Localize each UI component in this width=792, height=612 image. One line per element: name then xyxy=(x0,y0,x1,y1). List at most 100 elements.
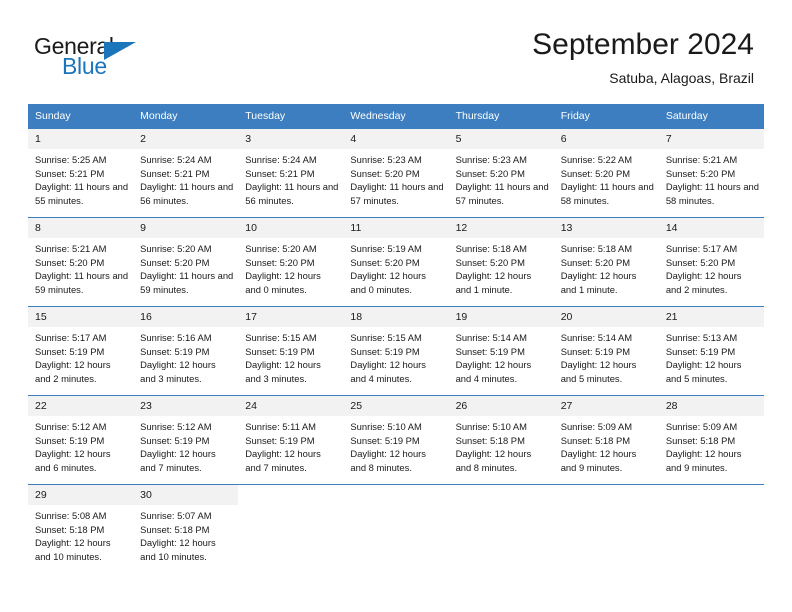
calendar-day-cell[interactable]: 28 Sunrise: 5:09 AM Sunset: 5:18 PM Dayligh… xyxy=(658,395,764,485)
calendar-day-cell[interactable]: 4 Sunrise: 5:23 AM Sunset: 5:20 PM Daylight… xyxy=(343,128,449,218)
sunrise-time: Sunrise: 5:14 AM xyxy=(455,332,527,343)
calendar-day-cell[interactable]: 7 Sunrise: 5:21 AM Sunset: 5:20 PM Daylight… xyxy=(658,128,764,218)
sunset-time: Sunset: 5:19 PM xyxy=(350,345,420,357)
calendar-day-cell[interactable]: 16 Sunrise: 5:16 AM Sunset: 5:19 PM Dayligh… xyxy=(133,306,239,396)
sunrise-time: Sunrise: 5:24 AM xyxy=(140,154,212,165)
daylight-duration: Daylight: 12 hours and 7 minutes. xyxy=(245,448,321,473)
day-number: 6 xyxy=(553,129,659,149)
calendar-day-cell[interactable]: 2 Sunrise: 5:24 AM Sunset: 5:21 PM Daylight… xyxy=(133,128,239,218)
sunset-time: Sunset: 5:18 PM xyxy=(665,434,736,446)
calendar-day-cell-empty xyxy=(553,484,659,571)
day-info: Sunrise: 5:12 AM Sunset: 5:19 PM Daylight:… xyxy=(133,416,238,474)
day-number: 21 xyxy=(658,307,764,327)
calendar-body: 1 Sunrise: 5:25 AM Sunset: 5:21 PM Daylight… xyxy=(28,128,764,571)
weekday-header-saturday: Saturday xyxy=(658,104,764,129)
calendar-day-cell[interactable]: 19 Sunrise: 5:14 AM Sunset: 5:19 PM Dayligh… xyxy=(448,306,554,396)
day-cell-inner: 11 Sunrise: 5:19 AM Sunset: 5:20 PM Dayligh… xyxy=(343,218,449,306)
calendar-day-cell[interactable]: 11 Sunrise: 5:19 AM Sunset: 5:20 PM Dayligh… xyxy=(343,217,449,307)
weekday-header-friday: Friday xyxy=(553,104,659,129)
calendar-week-row: 8 Sunrise: 5:21 AM Sunset: 5:20 PM Daylight… xyxy=(28,217,764,307)
day-cell-inner: 10 Sunrise: 5:20 AM Sunset: 5:20 PM Dayligh… xyxy=(238,218,344,306)
sunset-time: Sunset: 5:20 PM xyxy=(35,256,105,268)
day-cell-inner: 14 Sunrise: 5:17 AM Sunset: 5:20 PM Dayligh… xyxy=(658,218,764,306)
sunrise-time: Sunrise: 5:25 AM xyxy=(35,154,107,165)
daylight-duration: Daylight: 12 hours and 8 minutes. xyxy=(350,448,426,473)
calendar-day-cell[interactable]: 1 Sunrise: 5:25 AM Sunset: 5:21 PM Daylight… xyxy=(28,128,134,218)
calendar-day-cell[interactable]: 25 Sunrise: 5:10 AM Sunset: 5:19 PM Dayligh… xyxy=(343,395,449,485)
calendar-day-cell[interactable]: 30 Sunrise: 5:07 AM Sunset: 5:18 PM Dayligh… xyxy=(133,484,239,571)
calendar-week-row: 29 Sunrise: 5:08 AM Sunset: 5:18 PM Dayligh… xyxy=(28,484,764,571)
day-number: 10 xyxy=(238,218,344,238)
daylight-duration: Daylight: 12 hours and 3 minutes. xyxy=(245,359,321,384)
calendar-day-cell[interactable]: 8 Sunrise: 5:21 AM Sunset: 5:20 PM Daylight… xyxy=(28,217,134,307)
calendar-day-cell[interactable]: 14 Sunrise: 5:17 AM Sunset: 5:20 PM Dayligh… xyxy=(658,217,764,307)
day-cell-inner: 19 Sunrise: 5:14 AM Sunset: 5:19 PM Dayligh… xyxy=(448,307,554,395)
calendar-day-cell[interactable]: 18 Sunrise: 5:15 AM Sunset: 5:19 PM Dayligh… xyxy=(343,306,449,396)
daylight-duration: Daylight: 12 hours and 4 minutes. xyxy=(350,359,426,384)
daylight-duration: Daylight: 12 hours and 1 minute. xyxy=(455,270,532,295)
sunset-time: Sunset: 5:20 PM xyxy=(455,256,525,268)
sunrise-time: Sunrise: 5:21 AM xyxy=(665,154,738,165)
day-info: Sunrise: 5:23 AM Sunset: 5:20 PM Daylight:… xyxy=(449,149,554,207)
sunrise-time: Sunrise: 5:14 AM xyxy=(560,332,633,343)
day-info: Sunrise: 5:13 AM Sunset: 5:19 PM Daylight:… xyxy=(659,327,764,385)
day-number: 24 xyxy=(238,396,344,416)
day-number: 23 xyxy=(133,396,239,416)
daylight-duration: Daylight: 11 hours and 58 minutes. xyxy=(560,181,654,206)
sunset-time: Sunset: 5:19 PM xyxy=(350,434,420,446)
calendar-day-cell[interactable]: 21 Sunrise: 5:13 AM Sunset: 5:19 PM Dayligh… xyxy=(658,306,764,396)
sunrise-time: Sunrise: 5:09 AM xyxy=(560,421,633,432)
day-info: Sunrise: 5:18 AM Sunset: 5:20 PM Daylight:… xyxy=(449,238,554,296)
day-number: 19 xyxy=(448,307,554,327)
sunrise-time: Sunrise: 5:15 AM xyxy=(350,332,422,343)
calendar-day-cell[interactable]: 22 Sunrise: 5:12 AM Sunset: 5:19 PM Dayligh… xyxy=(28,395,134,485)
day-info: Sunrise: 5:15 AM Sunset: 5:19 PM Daylight:… xyxy=(343,327,448,385)
day-cell-inner: 22 Sunrise: 5:12 AM Sunset: 5:19 PM Dayligh… xyxy=(28,396,134,484)
day-info: Sunrise: 5:11 AM Sunset: 5:19 PM Daylight:… xyxy=(238,416,343,474)
sunrise-time: Sunrise: 5:08 AM xyxy=(35,510,107,521)
calendar-day-cell[interactable]: 5 Sunrise: 5:23 AM Sunset: 5:20 PM Daylight… xyxy=(448,128,554,218)
day-number: 7 xyxy=(658,129,764,149)
calendar-day-cell[interactable]: 12 Sunrise: 5:18 AM Sunset: 5:20 PM Dayligh… xyxy=(448,217,554,307)
logo-text-blue: Blue xyxy=(62,53,107,79)
day-number: 17 xyxy=(238,307,344,327)
calendar-day-cell[interactable]: 17 Sunrise: 5:15 AM Sunset: 5:19 PM Dayligh… xyxy=(238,306,344,396)
day-cell-inner: 5 Sunrise: 5:23 AM Sunset: 5:20 PM Daylight… xyxy=(448,129,554,217)
calendar-day-cell[interactable]: 24 Sunrise: 5:11 AM Sunset: 5:19 PM Dayligh… xyxy=(238,395,344,485)
calendar-day-cell[interactable]: 27 Sunrise: 5:09 AM Sunset: 5:18 PM Dayligh… xyxy=(553,395,659,485)
day-number: 30 xyxy=(133,485,239,505)
sunset-time: Sunset: 5:20 PM xyxy=(560,167,631,179)
sunset-time: Sunset: 5:19 PM xyxy=(560,345,631,357)
calendar-day-cell[interactable]: 26 Sunrise: 5:10 AM Sunset: 5:18 PM Dayligh… xyxy=(448,395,554,485)
day-info: Sunrise: 5:10 AM Sunset: 5:18 PM Daylight:… xyxy=(449,416,554,474)
day-info: Sunrise: 5:16 AM Sunset: 5:19 PM Daylight:… xyxy=(133,327,238,385)
day-number xyxy=(238,485,344,505)
day-number xyxy=(343,485,449,505)
calendar-day-cell[interactable]: 3 Sunrise: 5:24 AM Sunset: 5:21 PM Daylight… xyxy=(238,128,344,218)
day-number: 8 xyxy=(28,218,134,238)
day-cell-inner xyxy=(343,485,449,571)
sunset-time: Sunset: 5:18 PM xyxy=(140,523,210,535)
calendar-day-cell[interactable]: 20 Sunrise: 5:14 AM Sunset: 5:19 PM Dayligh… xyxy=(553,306,659,396)
calendar-day-cell[interactable]: 6 Sunrise: 5:22 AM Sunset: 5:20 PM Daylight… xyxy=(553,128,659,218)
day-cell-inner xyxy=(448,485,554,571)
day-info: Sunrise: 5:21 AM Sunset: 5:20 PM Daylight:… xyxy=(28,238,133,296)
day-info: Sunrise: 5:14 AM Sunset: 5:19 PM Daylight:… xyxy=(554,327,659,385)
day-info: Sunrise: 5:24 AM Sunset: 5:21 PM Daylight:… xyxy=(238,149,343,207)
sunset-time: Sunset: 5:19 PM xyxy=(245,345,315,357)
calendar-day-cell[interactable]: 29 Sunrise: 5:08 AM Sunset: 5:18 PM Dayligh… xyxy=(28,484,134,571)
day-number: 13 xyxy=(553,218,659,238)
calendar-day-cell[interactable]: 13 Sunrise: 5:18 AM Sunset: 5:20 PM Dayligh… xyxy=(553,217,659,307)
sunset-time: Sunset: 5:20 PM xyxy=(350,256,420,268)
calendar-day-cell[interactable]: 10 Sunrise: 5:20 AM Sunset: 5:20 PM Dayligh… xyxy=(238,217,344,307)
sunrise-time: Sunrise: 5:15 AM xyxy=(245,332,317,343)
calendar-day-cell[interactable]: 9 Sunrise: 5:20 AM Sunset: 5:20 PM Daylight… xyxy=(133,217,239,307)
day-cell-inner: 26 Sunrise: 5:10 AM Sunset: 5:18 PM Dayligh… xyxy=(448,396,554,484)
daylight-duration: Daylight: 12 hours and 4 minutes. xyxy=(455,359,532,384)
sunrise-time: Sunrise: 5:10 AM xyxy=(350,421,422,432)
calendar-day-cell[interactable]: 23 Sunrise: 5:12 AM Sunset: 5:19 PM Dayligh… xyxy=(133,395,239,485)
day-cell-inner: 30 Sunrise: 5:07 AM Sunset: 5:18 PM Dayligh… xyxy=(133,485,239,571)
daylight-duration: Daylight: 12 hours and 9 minutes. xyxy=(560,448,637,473)
general-blue-logo[interactable]: General Blue xyxy=(34,33,184,85)
calendar-day-cell[interactable]: 15 Sunrise: 5:17 AM Sunset: 5:19 PM Dayligh… xyxy=(28,306,134,396)
